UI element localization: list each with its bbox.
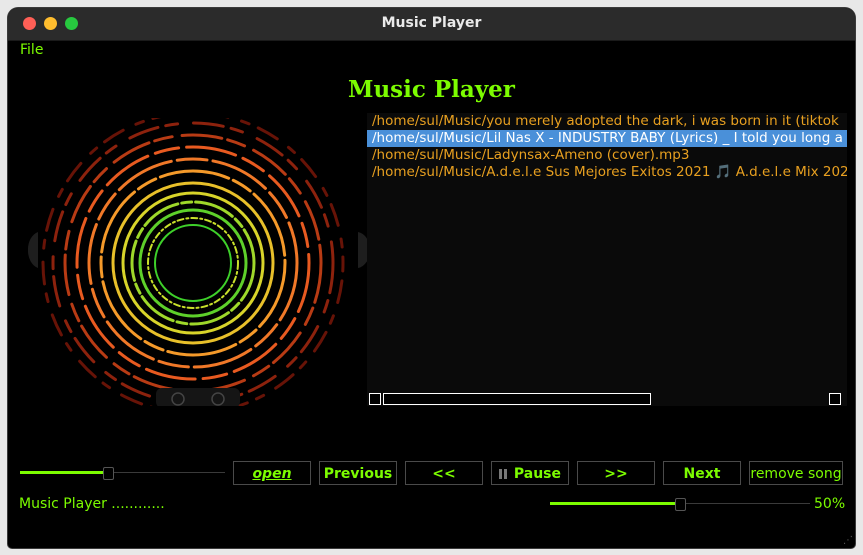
- scroll-right-button[interactable]: [829, 393, 841, 405]
- pause-icon: [498, 469, 502, 479]
- progress-handle[interactable]: [103, 467, 115, 480]
- rewind-button[interactable]: <<: [405, 461, 483, 485]
- next-button[interactable]: Next: [663, 461, 741, 485]
- pause-label: Pause: [513, 466, 561, 482]
- forward-button[interactable]: >>: [577, 461, 655, 485]
- playlist-item-selected[interactable]: /home/sul/Music/Lil Nas X - INDUSTRY BAB…: [367, 130, 847, 147]
- app-title: Music Player: [348, 76, 515, 103]
- window-title: Music Player: [381, 15, 482, 31]
- visualizer-control-tray: [156, 388, 240, 408]
- app-window: Music Player File Music Player /home/sul…: [8, 8, 855, 548]
- playlist-item[interactable]: /home/sul/Music/you merely adopted the d…: [367, 113, 847, 130]
- playlist[interactable]: /home/sul/Music/you merely adopted the d…: [367, 113, 847, 406]
- progress-fill: [20, 471, 109, 474]
- volume-handle[interactable]: [675, 498, 686, 511]
- song-progress-slider[interactable]: [20, 466, 225, 480]
- spectrum-ring-graphic: [27, 111, 371, 415]
- previous-button[interactable]: Previous: [319, 461, 397, 485]
- scroll-left-button[interactable]: [369, 393, 381, 405]
- playlist-item[interactable]: /home/sul/Music/Ladynsax-Ameno (cover).m…: [367, 147, 847, 164]
- playlist-item[interactable]: /home/sul/Music/A.d.e.l.e Sus Mejores Ex…: [367, 164, 847, 181]
- album-visualizer: [18, 111, 371, 415]
- left-edge-tab: [27, 232, 38, 268]
- title-bar: Music Player: [8, 8, 855, 41]
- playlist-horizontal-scrollbar[interactable]: [367, 392, 847, 406]
- scroll-thumb[interactable]: [383, 393, 651, 405]
- visualizer-center: [160, 230, 226, 296]
- file-menu[interactable]: File: [20, 42, 43, 58]
- open-button[interactable]: open: [233, 461, 311, 485]
- volume-slider[interactable]: [550, 497, 810, 511]
- pause-icon: [503, 469, 507, 479]
- volume-fill: [550, 502, 680, 505]
- status-text: Music Player ............: [19, 496, 165, 512]
- remove-song-button[interactable]: remove song: [749, 461, 843, 485]
- resize-grip-icon[interactable]: ⋰: [843, 535, 853, 546]
- volume-percentage: 50%: [814, 496, 846, 512]
- pause-button[interactable]: Pause: [491, 461, 569, 485]
